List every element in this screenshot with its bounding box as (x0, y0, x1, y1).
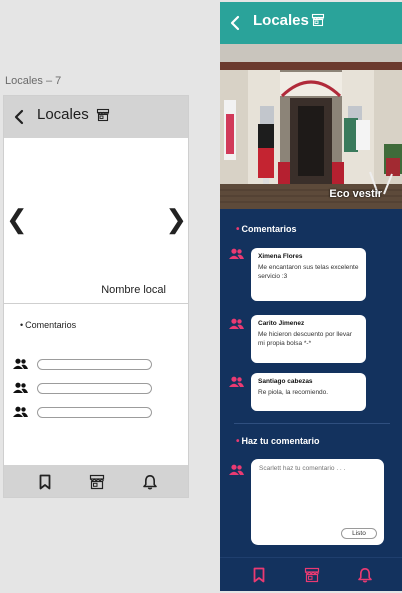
store-photo: Eco vestir (220, 44, 402, 209)
comment-row (13, 382, 155, 395)
bell-icon[interactable] (357, 567, 373, 583)
back-arrow-icon[interactable] (229, 14, 241, 32)
comment-text: Me hicieron descuento por llevar mi prop… (258, 331, 352, 347)
page-title: Locales (37, 106, 89, 123)
comments-heading: Comentarios (236, 224, 297, 235)
comment-text: Re piola, la recomiendo. (258, 389, 329, 396)
comment-text: Me encantaron sus telas excelente servic… (258, 264, 359, 280)
compose-heading: Haz tu comentario (236, 436, 320, 447)
section-divider (234, 423, 390, 424)
frame-label: Locales – 7 (5, 75, 62, 87)
bottom-nav (4, 465, 188, 497)
comments-heading: Comentarios (20, 320, 76, 330)
storefront-illustration (220, 44, 402, 209)
carousel-next-button[interactable]: ❯ (165, 206, 187, 232)
comment-row (13, 358, 155, 371)
store-icon[interactable] (89, 474, 105, 490)
people-icon (13, 406, 28, 417)
comment-placeholder-bar (37, 359, 152, 370)
bell-icon[interactable] (142, 474, 158, 490)
page-title: Locales (253, 12, 309, 29)
bookmark-icon[interactable] (251, 567, 267, 583)
bottom-nav (220, 557, 402, 591)
comment-compose-box: Listo (251, 459, 384, 545)
comment-author: Santiago cabezas (258, 378, 313, 385)
app-header: Locales (220, 2, 402, 44)
comment-placeholder-bar (37, 383, 152, 394)
people-icon (13, 382, 28, 393)
submit-comment-button[interactable]: Listo (341, 528, 377, 539)
store-icon (311, 13, 325, 27)
comment-author: Carito Jimenez (258, 320, 305, 327)
comment-placeholder-bar (37, 407, 152, 418)
comment-card: Santiago cabezas Re piola, la recomiendo… (251, 373, 366, 411)
local-name-label: Nombre local (101, 284, 166, 296)
store-icon[interactable] (304, 567, 320, 583)
wireframe-header: Locales (4, 96, 188, 138)
image-carousel: ❮ ❯ Nombre local (4, 138, 188, 304)
people-icon (229, 376, 244, 387)
comment-card: Ximena Flores Me encantaron sus telas ex… (251, 248, 366, 301)
bookmark-icon[interactable] (37, 474, 53, 490)
comment-author: Ximena Flores (258, 253, 303, 260)
people-icon (229, 464, 244, 475)
app-screen: Locales Eco vestir • Comentarios Ximena … (220, 2, 402, 591)
back-arrow-icon[interactable] (13, 109, 25, 125)
store-name-caption: Eco vestir (329, 188, 382, 200)
people-icon (13, 358, 28, 369)
people-icon (229, 318, 244, 329)
store-icon (96, 108, 110, 122)
carousel-prev-button[interactable]: ❮ (6, 206, 28, 232)
people-icon (229, 248, 244, 259)
comment-input[interactable] (259, 465, 379, 517)
wireframe-screen: Locales ❮ ❯ Nombre local Comentarios (3, 95, 189, 498)
comment-row (13, 406, 155, 419)
comment-card: Carito Jimenez Me hicieron descuento por… (251, 315, 366, 363)
